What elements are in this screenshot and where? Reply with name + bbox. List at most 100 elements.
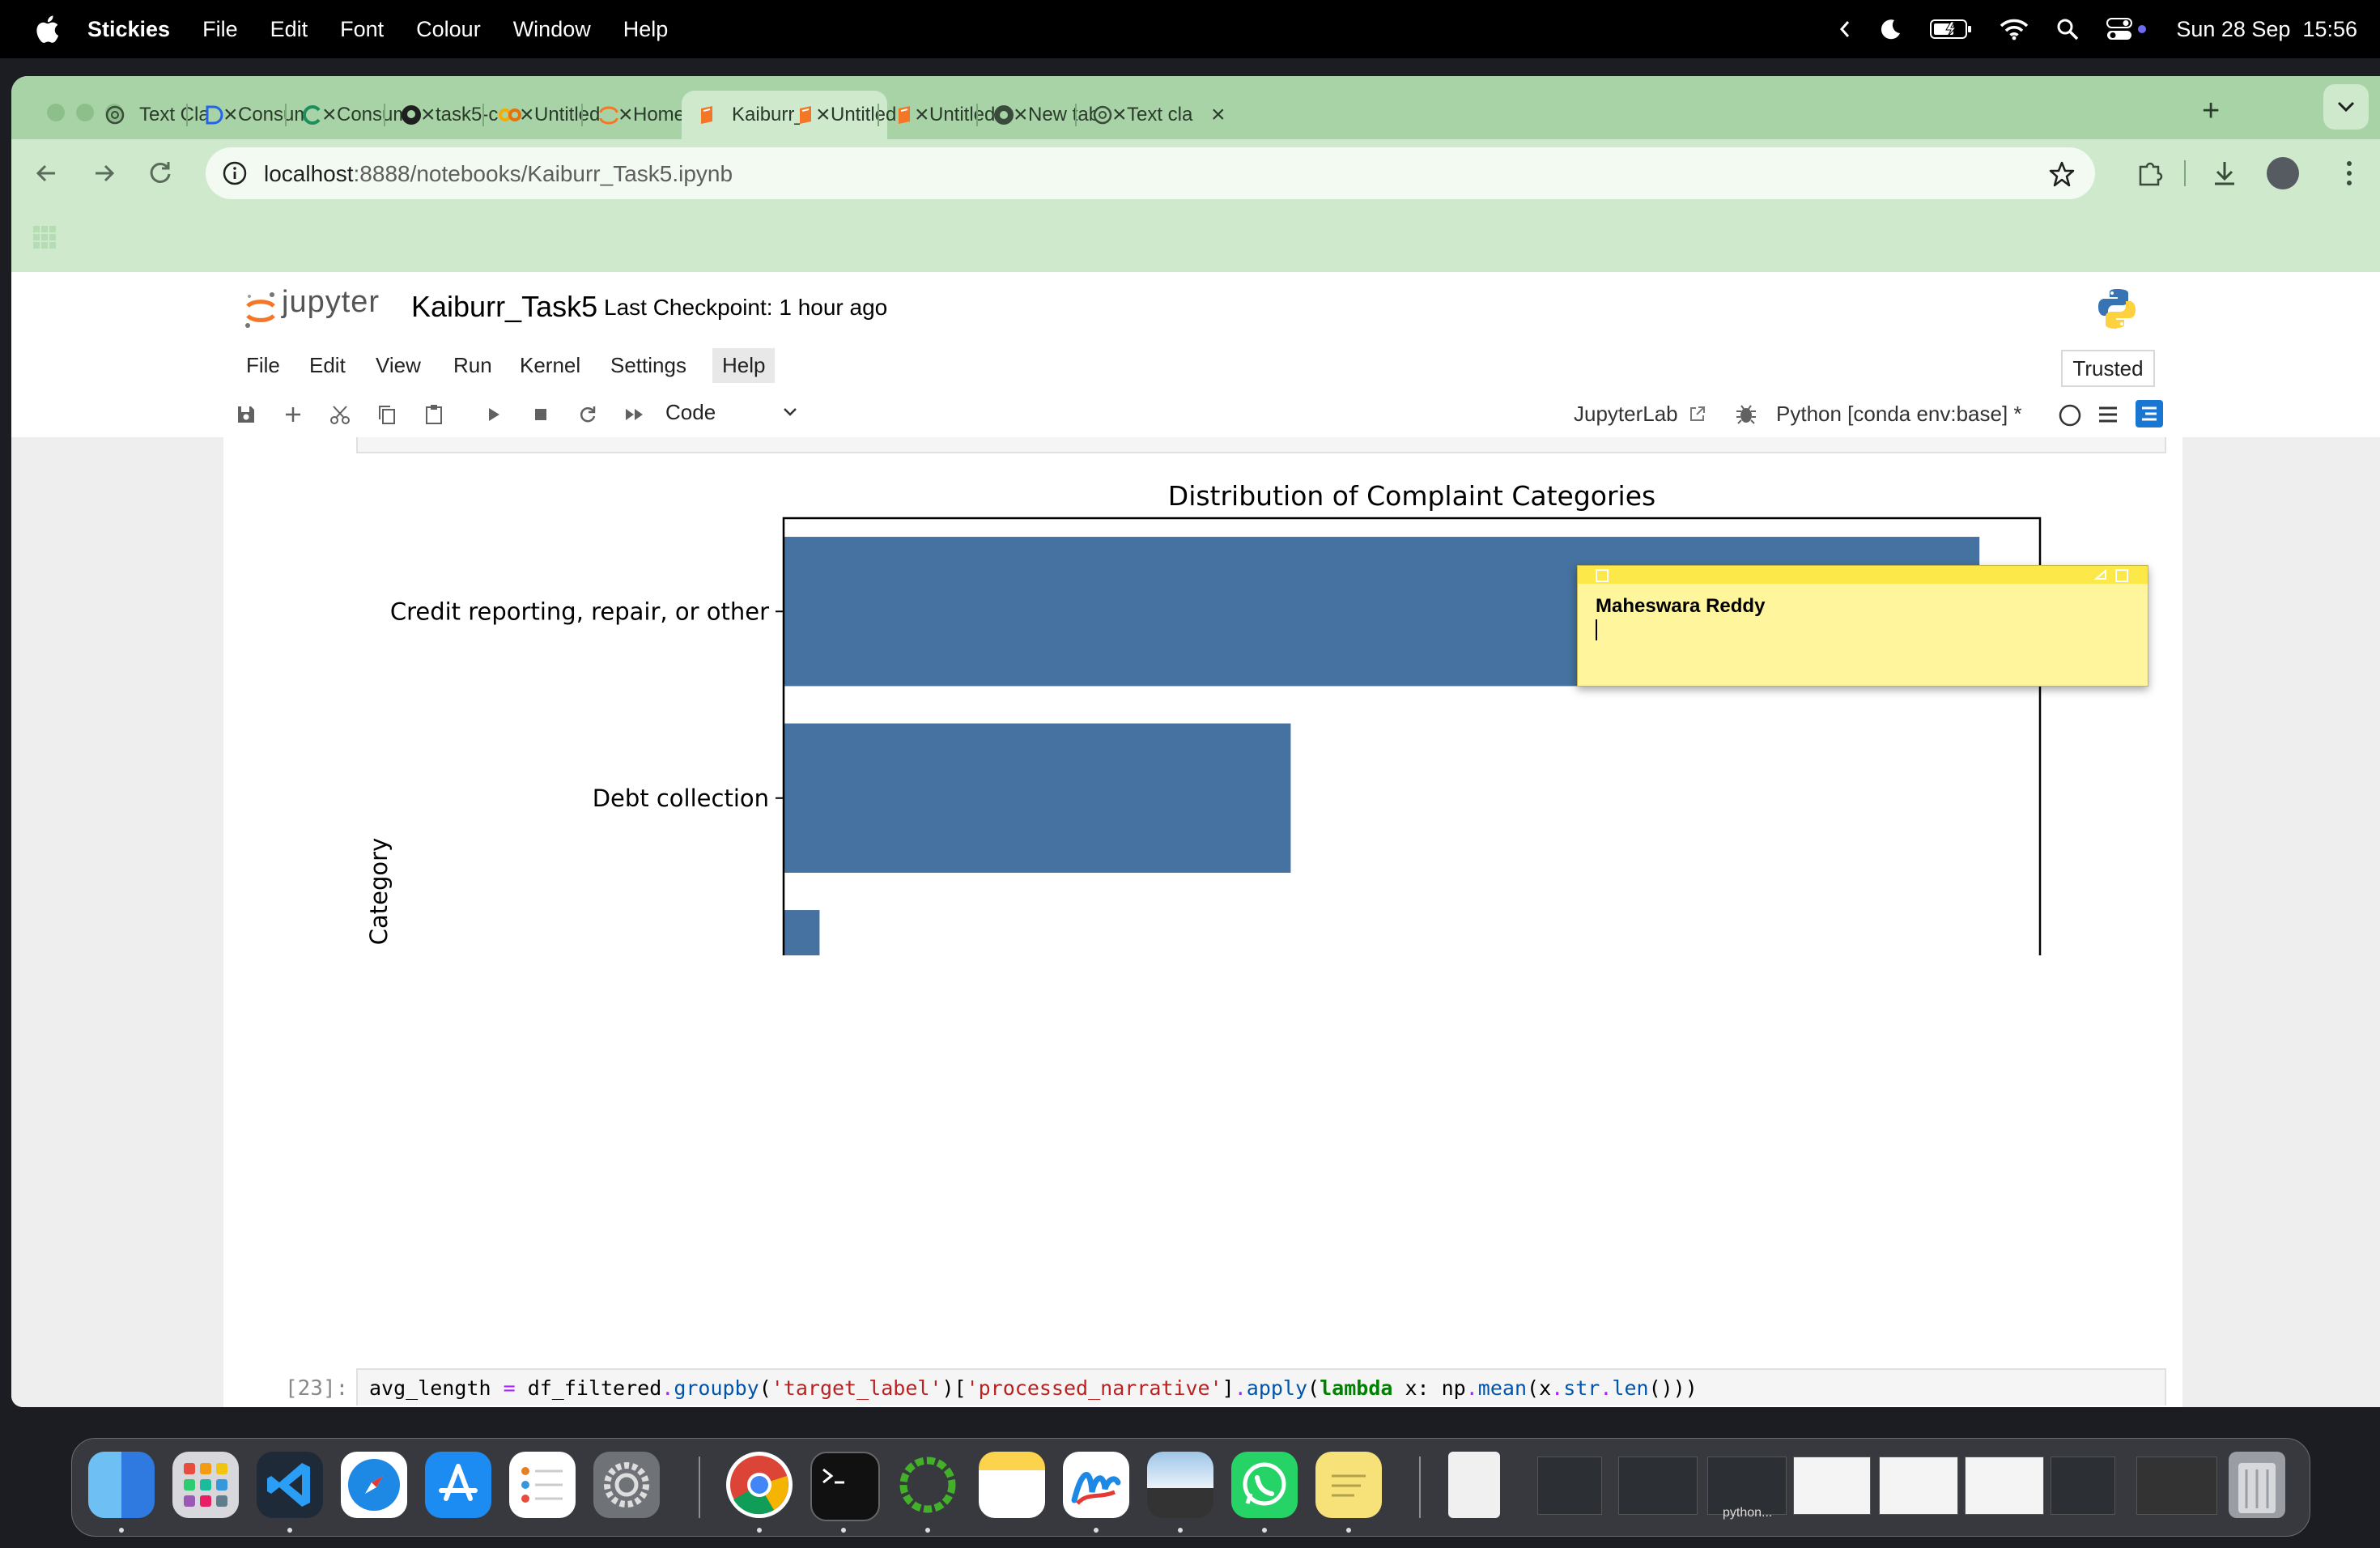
- code-token: x: np: [1392, 1376, 1466, 1400]
- jmenu-file[interactable]: File: [246, 353, 280, 378]
- profile-avatar[interactable]: [2267, 157, 2299, 189]
- window-thumbnail-5[interactable]: [1965, 1457, 2044, 1515]
- vscode-logo-icon: [267, 1463, 310, 1507]
- sticky-note[interactable]: Maheswara Reddy: [1577, 565, 2148, 687]
- apple-menu-icon[interactable]: [32, 13, 60, 45]
- notes-icon[interactable]: [979, 1452, 1045, 1518]
- code-token: .: [661, 1376, 674, 1400]
- whatsapp-icon[interactable]: [1231, 1452, 1298, 1518]
- chrome-icon[interactable]: [726, 1452, 793, 1518]
- bar-chart: Credit reporting, repair, or other Debt c…: [365, 480, 2042, 955]
- stickies-icon[interactable]: [1315, 1452, 1382, 1518]
- menubar-file[interactable]: File: [202, 17, 238, 42]
- chevron-left-icon[interactable]: [1839, 19, 1851, 39]
- vscode-icon[interactable]: [257, 1452, 323, 1518]
- whatsapp-running-dot: [1262, 1528, 1267, 1533]
- window-thumbnail-python[interactable]: python...: [1707, 1457, 1787, 1520]
- more-options-icon[interactable]: [2344, 157, 2354, 189]
- reminders-list-icon: [521, 1467, 563, 1503]
- code-token: avg_length: [369, 1376, 504, 1400]
- back-arrow-icon[interactable]: [31, 157, 63, 189]
- code-cell-input[interactable]: avg_length = df_filtered.groupby('target…: [356, 1368, 2166, 1406]
- control-center-icon[interactable]: [2106, 17, 2148, 41]
- finder-icon[interactable]: [88, 1452, 155, 1518]
- freeform-icon[interactable]: [1063, 1452, 1129, 1518]
- stickies-running-dot: [1346, 1528, 1351, 1533]
- new-tab-button[interactable]: +: [2202, 94, 2220, 129]
- dock-separator: [699, 1457, 700, 1518]
- thumbnail-label: python...: [1723, 1506, 1773, 1520]
- code-token: ]: [1222, 1376, 1235, 1400]
- window-thumbnail-4[interactable]: [1879, 1457, 1958, 1515]
- reload-icon[interactable]: [144, 157, 176, 189]
- code-token: ())): [1648, 1376, 1698, 1400]
- menubar-colour[interactable]: Colour: [416, 17, 481, 42]
- moon-icon[interactable]: [1878, 17, 1902, 41]
- menubar-font[interactable]: Font: [340, 17, 384, 42]
- sticky-collapse-icon[interactable]: [2094, 569, 2107, 580]
- window-thumbnail-1[interactable]: [1537, 1457, 1602, 1515]
- launchpad-icon[interactable]: [172, 1452, 239, 1518]
- dock-separator: [1419, 1457, 1421, 1518]
- code-token: =: [503, 1376, 516, 1400]
- menubar-help[interactable]: Help: [623, 17, 669, 42]
- anaconda-navigator-icon[interactable]: [895, 1452, 961, 1518]
- app-store-logo-icon: [439, 1464, 478, 1501]
- code-token: 'target_label': [771, 1376, 942, 1400]
- sticky-zoom-button[interactable]: [2115, 569, 2128, 582]
- y-axis-label: Category: [365, 838, 393, 945]
- freeform-scribble-icon: [1071, 1472, 1121, 1505]
- code-token: mean: [1477, 1376, 1528, 1400]
- menubar-window[interactable]: Window: [513, 17, 591, 42]
- window-thumbnail-7[interactable]: [2136, 1457, 2217, 1515]
- add-cell-icon[interactable]: [282, 403, 304, 426]
- wifi-icon[interactable]: [2000, 18, 2029, 40]
- recent-document-icon[interactable]: [1448, 1452, 1500, 1518]
- code-token: .: [1234, 1376, 1247, 1400]
- code-token: (: [759, 1376, 771, 1400]
- app-store-icon[interactable]: [425, 1452, 491, 1518]
- battery-icon[interactable]: [1930, 19, 1972, 40]
- trash-icon[interactable]: [2229, 1452, 2285, 1518]
- menubar-edit[interactable]: Edit: [270, 17, 308, 42]
- site-info-icon[interactable]: [222, 160, 248, 186]
- code-token: (x: [1527, 1376, 1552, 1400]
- window-thumbnail-6[interactable]: [2051, 1457, 2115, 1515]
- sticky-titlebar[interactable]: [1578, 566, 2148, 584]
- code-token: groupby: [674, 1376, 759, 1400]
- apps-grid-icon[interactable]: [32, 225, 57, 249]
- y-tick-label: Credit reporting, repair, or other: [390, 598, 769, 625]
- close-window-button[interactable]: [47, 104, 65, 121]
- chart-title: Distribution of Complaint Categories: [1168, 480, 1655, 512]
- menubar-app-name[interactable]: Stickies: [87, 17, 170, 42]
- menubar-clock[interactable]: Sun 28 Sep 15:56: [2176, 17, 2357, 42]
- sticky-close-button[interactable]: [1596, 569, 1609, 582]
- save-icon[interactable]: [235, 403, 257, 426]
- anaconda-running-dot: [925, 1528, 930, 1533]
- sticky-text[interactable]: Maheswara Reddy: [1596, 595, 1765, 618]
- code-token: str: [1563, 1376, 1600, 1400]
- window-thumbnail-3[interactable]: [1793, 1457, 1871, 1515]
- code-token: df_filtered: [515, 1376, 662, 1400]
- forward-arrow-icon[interactable]: [87, 157, 120, 189]
- openai-icon: [105, 105, 125, 125]
- system-settings-icon[interactable]: [593, 1452, 660, 1518]
- spotlight-search-icon[interactable]: [2056, 18, 2079, 40]
- jupyter-logo-icon[interactable]: [243, 290, 278, 330]
- chrome-logo-icon: [730, 1456, 788, 1515]
- window-thumbnail-2[interactable]: [1618, 1457, 1698, 1515]
- chevron-down-icon: [2337, 101, 2355, 113]
- freeform-running-dot: [1094, 1528, 1099, 1533]
- toolbar-divider: [2184, 160, 2186, 186]
- tab-separator: [285, 104, 287, 126]
- tab-search-button[interactable]: [2323, 84, 2369, 130]
- code-token: lambda: [1320, 1376, 1393, 1400]
- terminal-icon[interactable]: [810, 1452, 880, 1521]
- code-line: avg_length = df_filtered.groupby('target…: [369, 1376, 1698, 1400]
- reminders-icon[interactable]: [509, 1452, 576, 1518]
- bar-1: [784, 723, 1291, 873]
- cell-prompt: [23]:: [285, 1376, 349, 1401]
- download-icon[interactable]: [2208, 157, 2241, 189]
- safari-icon[interactable]: [341, 1452, 407, 1518]
- preview-icon[interactable]: [1147, 1452, 1213, 1518]
